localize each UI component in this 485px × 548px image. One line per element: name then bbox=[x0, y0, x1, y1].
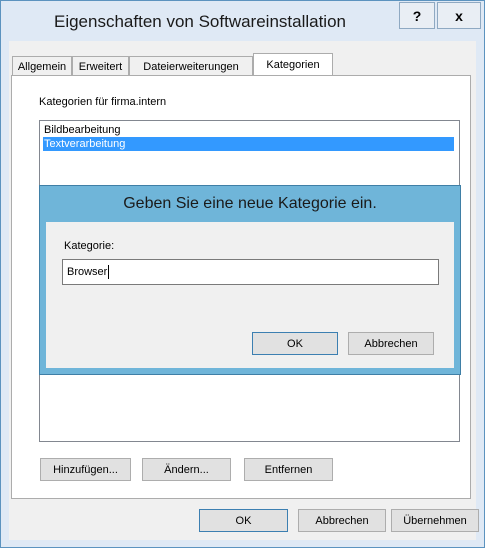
list-item-bildbearbeitung[interactable]: Bildbearbeitung bbox=[43, 123, 454, 137]
text-caret bbox=[108, 265, 110, 279]
close-button[interactable]: x bbox=[437, 2, 481, 29]
help-button[interactable]: ? bbox=[399, 2, 435, 29]
change-button[interactable]: Ändern... bbox=[142, 458, 231, 481]
new-category-dialog-title[interactable]: Geben Sie eine neue Kategorie ein. bbox=[40, 195, 460, 213]
dialog-ok-button[interactable]: OK bbox=[252, 332, 338, 355]
ok-button[interactable]: OK bbox=[199, 509, 288, 532]
tab-erweitert[interactable]: Erweitert bbox=[72, 56, 129, 76]
cancel-button[interactable]: Abbrechen bbox=[298, 509, 386, 532]
list-item-textverarbeitung[interactable]: Textverarbeitung bbox=[43, 137, 454, 151]
kategorie-input-value: Browser bbox=[67, 266, 108, 278]
kategorie-field-label: Kategorie: bbox=[64, 240, 115, 252]
tab-kategorien[interactable]: Kategorien bbox=[253, 53, 333, 76]
add-button[interactable]: Hinzufügen... bbox=[40, 458, 131, 481]
tab-dateierweiterungen[interactable]: Dateierweiterungen bbox=[129, 56, 253, 76]
tab-allgemein[interactable]: Allgemein bbox=[12, 56, 72, 76]
kategorie-input[interactable]: Browser bbox=[62, 259, 439, 285]
apply-button[interactable]: Übernehmen bbox=[391, 509, 479, 532]
properties-window: Eigenschaften von Softwareinstallation ?… bbox=[0, 0, 485, 548]
title-bar[interactable]: Eigenschaften von Softwareinstallation ?… bbox=[1, 1, 484, 41]
window-title: Eigenschaften von Softwareinstallation bbox=[53, 12, 346, 31]
dialog-cancel-button[interactable]: Abbrechen bbox=[348, 332, 434, 355]
remove-button[interactable]: Entfernen bbox=[244, 458, 333, 481]
kategorien-list-label: Kategorien für firma.intern bbox=[39, 96, 167, 108]
